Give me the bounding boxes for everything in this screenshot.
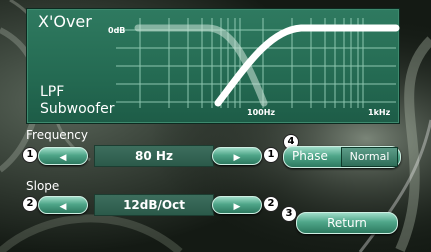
left-arrow-icon: ◀	[59, 153, 67, 163]
left-arrow-icon: ◀	[59, 202, 67, 212]
x-tick-1khz: 1kHz	[368, 108, 391, 117]
frequency-down-badge: 1	[22, 147, 38, 163]
right-arrow-icon: ▶	[233, 153, 241, 163]
speaker-label: Subwoofer	[40, 101, 115, 117]
return-badge: 3	[281, 206, 297, 222]
y-axis-label: 0dB	[108, 26, 126, 35]
filter-type-label: LPF	[40, 84, 65, 100]
return-button[interactable]: Return	[296, 212, 398, 234]
frequency-value: 80 Hz	[94, 145, 214, 167]
slope-up-button[interactable]: ▶	[212, 196, 262, 214]
slope-up-badge: 2	[263, 196, 279, 212]
frequency-up-badge: 1	[263, 147, 279, 163]
slope-caption: Slope	[26, 179, 60, 193]
slope-value: 12dB/Oct	[94, 194, 214, 216]
frequency-down-button[interactable]: ◀	[38, 147, 88, 165]
right-arrow-icon: ▶	[233, 202, 241, 212]
x-tick-100hz: 100Hz	[247, 108, 276, 117]
phase-value: Normal	[341, 147, 398, 167]
phase-label: Phase	[292, 149, 328, 163]
panel-title: X'Over	[38, 12, 92, 31]
frequency-caption: Frequency	[26, 128, 88, 142]
frequency-up-button[interactable]: ▶	[212, 147, 262, 165]
slope-down-button[interactable]: ◀	[38, 196, 88, 214]
slope-down-badge: 2	[22, 196, 38, 212]
